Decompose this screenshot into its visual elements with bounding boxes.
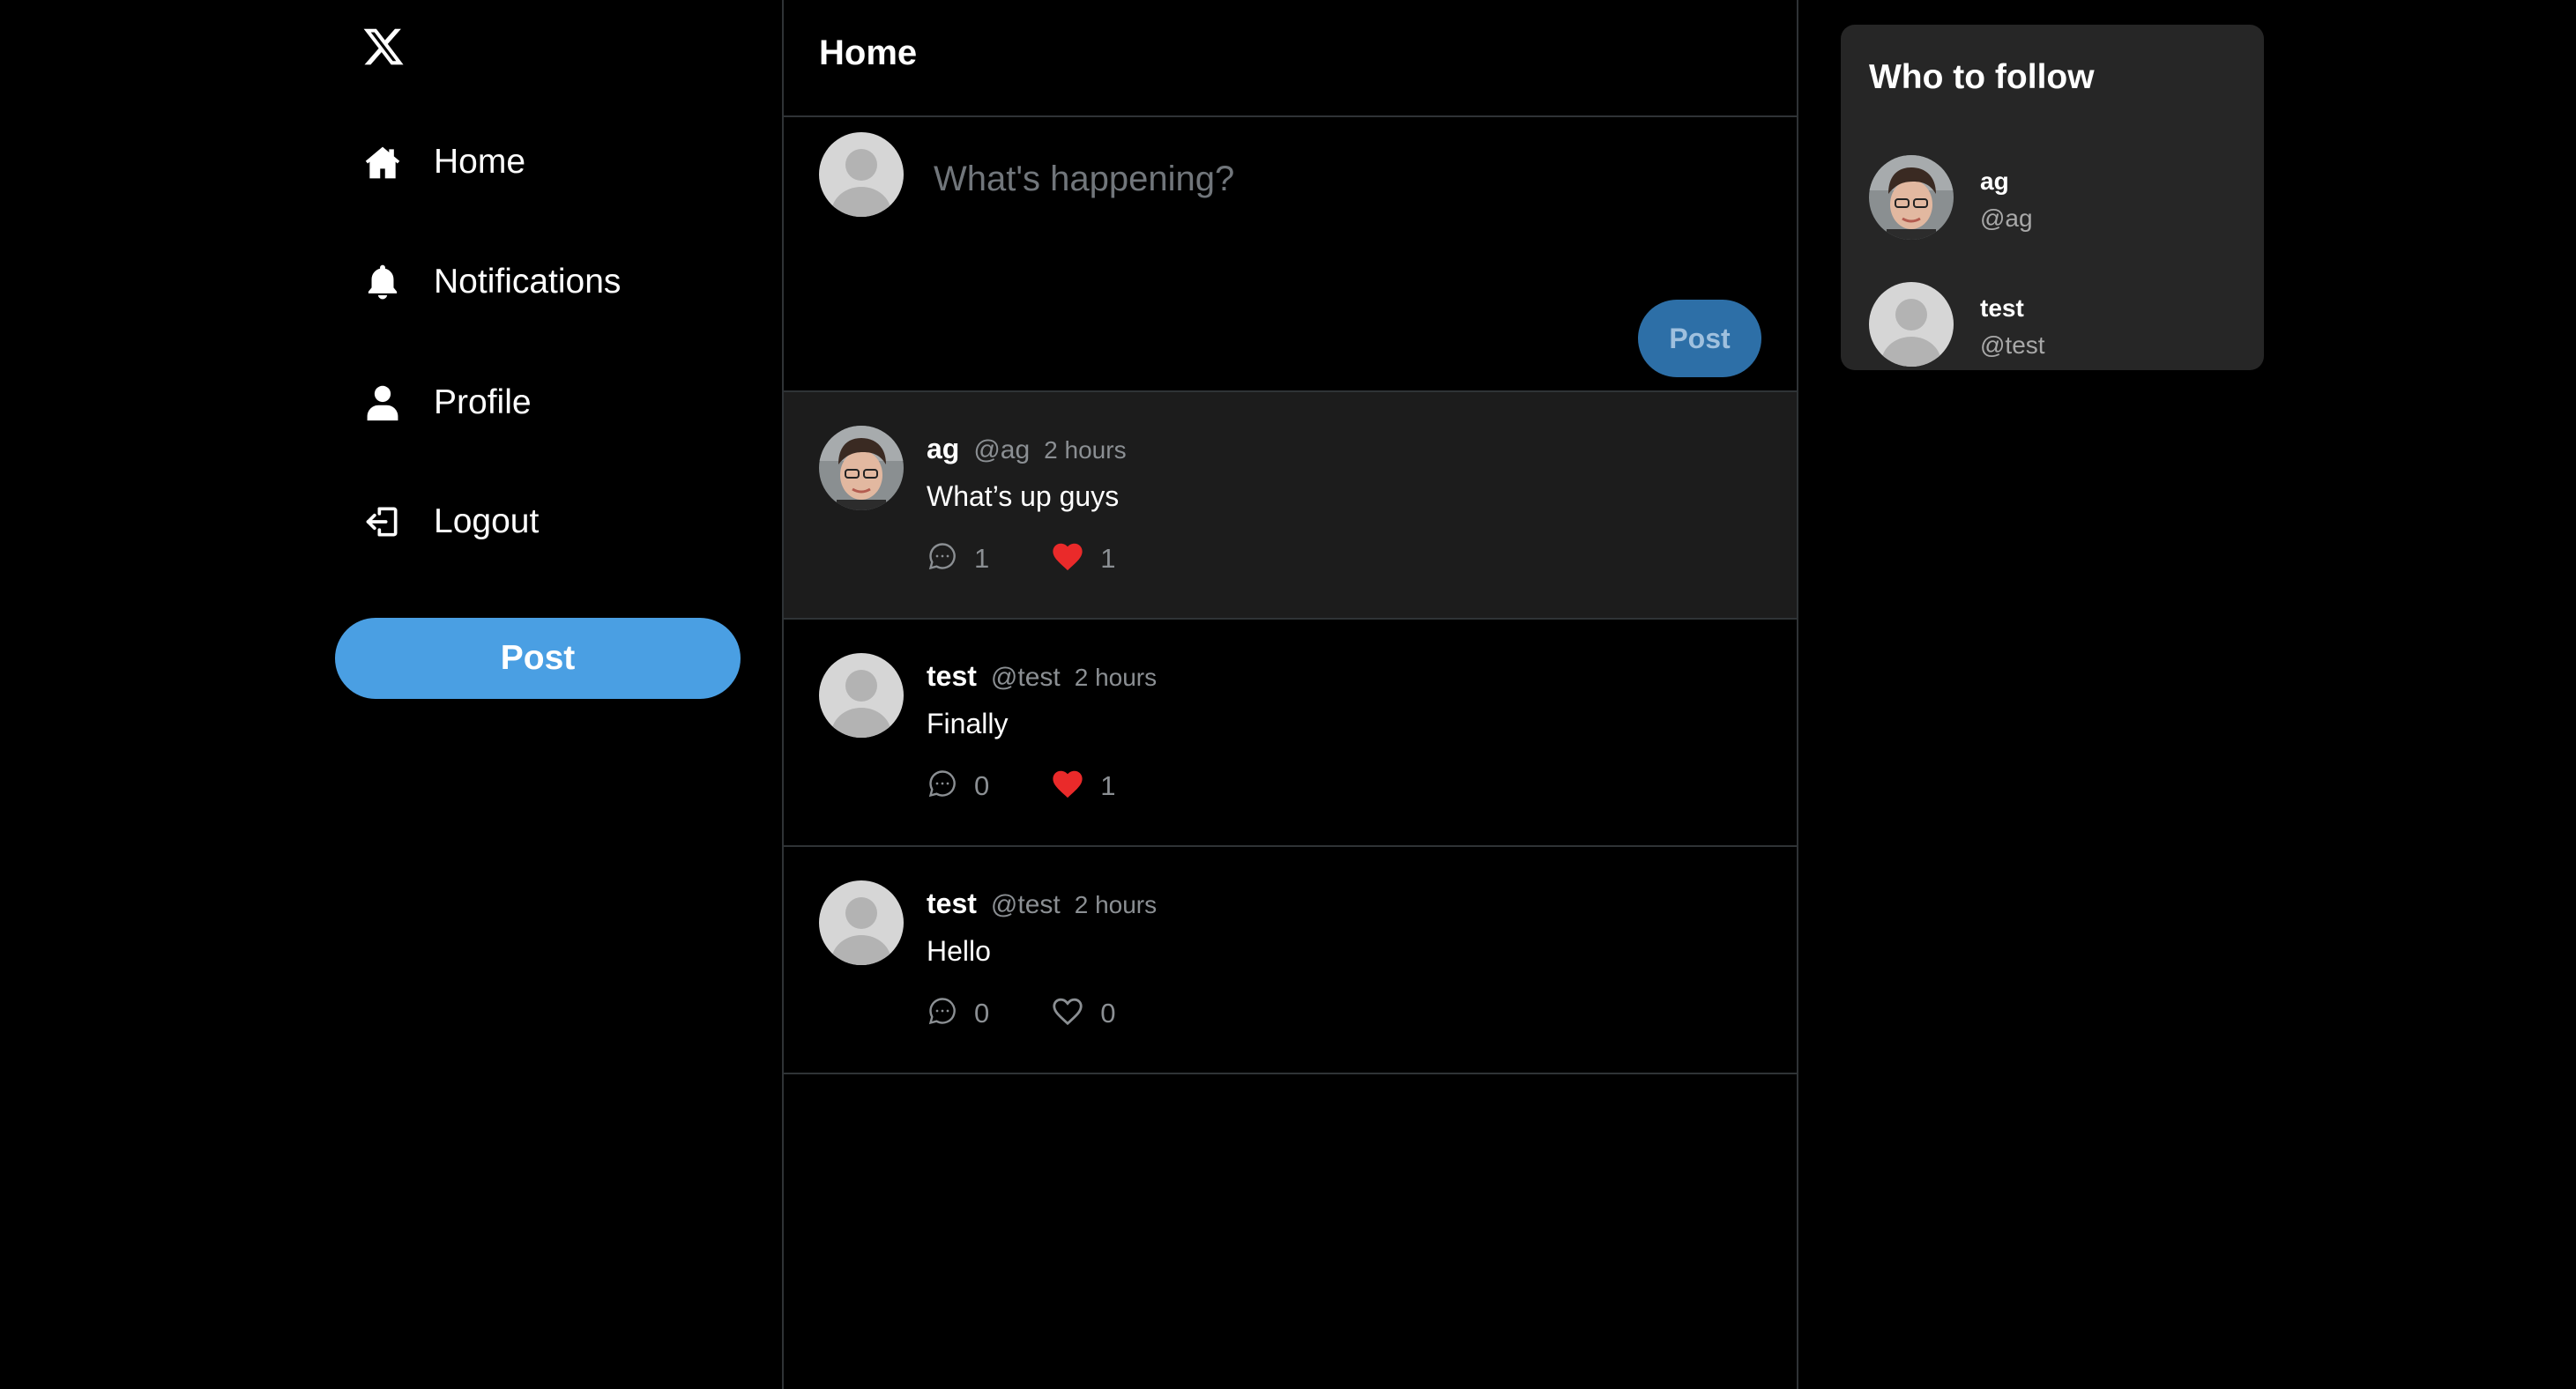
x-logo-icon[interactable] (361, 25, 406, 69)
post-actions: 1 1 (927, 540, 1116, 576)
like-count: 1 (1100, 542, 1116, 574)
sidebar-item-label: Logout (434, 502, 540, 540)
author-handle: @test (990, 890, 1061, 919)
post-actions: 0 0 (927, 995, 1116, 1031)
bell-icon (361, 261, 404, 303)
post-timestamp: 2 hours (1044, 436, 1127, 464)
avatar[interactable] (819, 880, 904, 965)
comment-button[interactable]: 1 (927, 540, 989, 576)
like-button[interactable]: 0 (1051, 995, 1116, 1031)
like-button[interactable]: 1 (1051, 540, 1116, 576)
post-header: test @test 2 hours (927, 660, 1157, 693)
post-text: Finally (927, 708, 1009, 739)
sidebar-item-logout[interactable]: Logout (361, 495, 539, 548)
sidebar-item-label: Home (434, 143, 526, 181)
comment-icon (927, 995, 958, 1031)
who-to-follow-title: Who to follow (1869, 58, 2095, 96)
house-icon (361, 141, 404, 183)
author-name[interactable]: ag (927, 433, 959, 465)
main-feed: Home Post ag (784, 0, 1798, 1389)
post-text: What’s up guys (927, 480, 1120, 512)
post-text: Hello (927, 935, 991, 967)
author-name[interactable]: test (927, 660, 977, 693)
avatar (819, 132, 904, 217)
compose-post-button[interactable]: Post (1638, 300, 1761, 377)
post-item[interactable]: test @test 2 hours Hello 0 0 (784, 847, 1797, 1074)
feed-header: Home (784, 0, 1797, 117)
follow-handle: @ag (1980, 204, 2033, 232)
follow-name: ag (1980, 167, 2009, 195)
user-icon (361, 382, 404, 424)
compose-input[interactable] (932, 152, 1725, 205)
sidebar-item-notifications[interactable]: Notifications (361, 256, 621, 308)
left-sidebar: Home Notifications Profile Logout Post (0, 0, 784, 1389)
heart-outline-icon (1051, 995, 1084, 1031)
post-header: test @test 2 hours (927, 888, 1157, 920)
comment-count: 0 (974, 997, 990, 1029)
page-title: Home (819, 33, 918, 72)
comment-button[interactable]: 0 (927, 995, 989, 1031)
comment-count: 0 (974, 769, 990, 801)
post-timestamp: 2 hours (1074, 891, 1158, 918)
sidebar-item-label: Profile (434, 383, 532, 421)
author-name[interactable]: test (927, 888, 977, 920)
follow-suggestion[interactable]: ag @ag (1869, 155, 2239, 240)
author-handle: @test (990, 663, 1061, 692)
post-actions: 0 1 (927, 768, 1116, 804)
follow-suggestion[interactable]: test @test (1869, 282, 2239, 367)
post-header: ag @ag 2 hours (927, 433, 1127, 465)
follow-name: test (1980, 294, 2024, 322)
sidebar-item-label: Notifications (434, 263, 622, 301)
comment-icon (927, 768, 958, 804)
follow-handle: @test (1980, 331, 2045, 359)
post-composer: Post (784, 117, 1797, 392)
logout-icon (361, 501, 404, 543)
heart-filled-icon (1051, 540, 1084, 576)
avatar[interactable] (819, 426, 904, 510)
post-item[interactable]: test @test 2 hours Finally 0 1 (784, 620, 1797, 847)
heart-filled-icon (1051, 768, 1084, 804)
avatar (1869, 282, 1954, 367)
comment-count: 1 (974, 542, 990, 574)
sidebar-item-home[interactable]: Home (361, 136, 525, 189)
post-button[interactable]: Post (335, 618, 741, 699)
sidebar-item-profile[interactable]: Profile (361, 376, 532, 429)
comment-button[interactable]: 0 (927, 768, 989, 804)
avatar (1869, 155, 1954, 240)
who-to-follow-card: Who to follow ag @ag test @test (1841, 25, 2264, 370)
like-button[interactable]: 1 (1051, 768, 1116, 804)
like-count: 1 (1100, 769, 1116, 801)
avatar[interactable] (819, 653, 904, 738)
like-count: 0 (1100, 997, 1116, 1029)
author-handle: @ag (973, 435, 1031, 464)
post-item[interactable]: ag @ag 2 hours What’s up guys 1 1 (784, 392, 1797, 620)
comment-icon (927, 540, 958, 576)
post-timestamp: 2 hours (1074, 664, 1158, 691)
